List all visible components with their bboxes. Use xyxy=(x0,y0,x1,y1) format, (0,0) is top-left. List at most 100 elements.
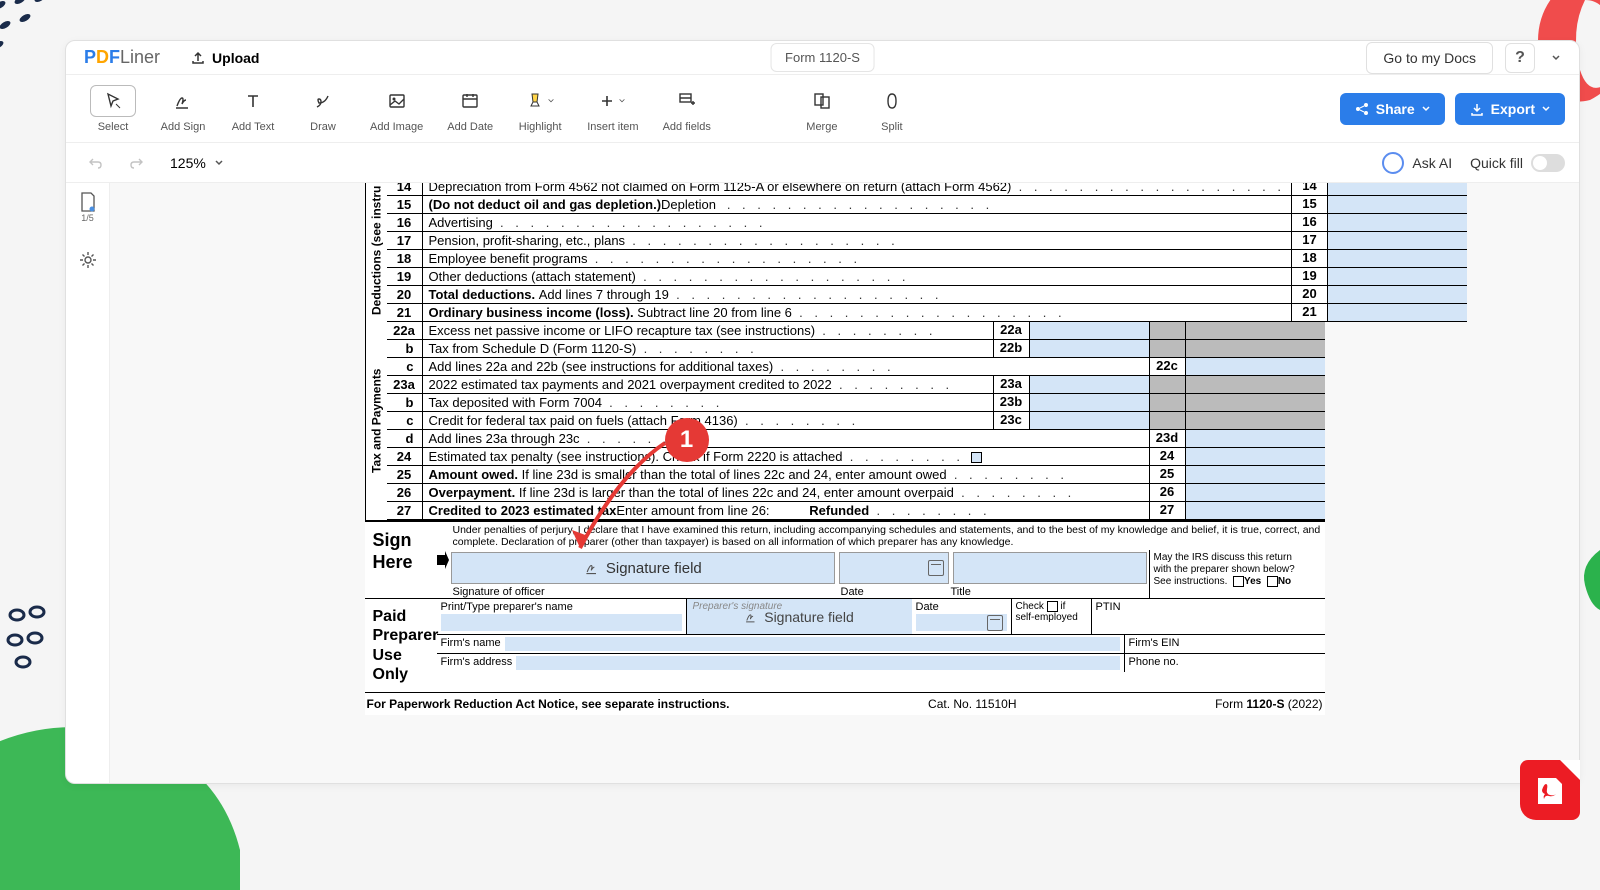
amount-field[interactable] xyxy=(1185,430,1325,447)
line-number: 18 xyxy=(387,250,423,267)
line-text: Employee benefit programs . . . . . . . … xyxy=(423,250,1292,267)
toggle-switch[interactable] xyxy=(1531,154,1565,172)
settings-button[interactable] xyxy=(75,247,101,273)
prep-date-field[interactable] xyxy=(916,614,1007,631)
line-ref: 19 xyxy=(1291,268,1327,285)
amount-field[interactable] xyxy=(1327,232,1467,249)
amount-field[interactable] xyxy=(1327,286,1467,303)
select-tool[interactable]: Select xyxy=(80,85,146,133)
line-ref: 20 xyxy=(1291,286,1327,303)
cursor-icon xyxy=(103,91,123,111)
line-text: Depreciation from Form 4562 not claimed … xyxy=(423,183,1292,195)
share-button[interactable]: Share xyxy=(1340,93,1445,125)
prep-date-label: Date xyxy=(916,601,1007,613)
chevron-down-icon xyxy=(1541,104,1551,114)
print-name-field[interactable] xyxy=(441,614,682,631)
sign-date-field[interactable] xyxy=(839,552,949,584)
redo-button[interactable] xyxy=(120,149,152,177)
form-footer: For Paperwork Reduction Act Notice, see … xyxy=(365,693,1325,715)
amount-field[interactable] xyxy=(1327,214,1467,231)
fields-icon xyxy=(677,91,697,111)
amount-field[interactable] xyxy=(1327,183,1467,195)
line-number: 25 xyxy=(387,466,423,483)
highlight-tool[interactable]: Highlight xyxy=(507,85,573,133)
undo-button[interactable] xyxy=(80,149,112,177)
line-text: Tax deposited with Form 7004 . . . . . .… xyxy=(423,394,993,411)
chevron-down-icon[interactable] xyxy=(1551,53,1561,63)
amount-field[interactable] xyxy=(1185,448,1325,465)
firm-addr-field[interactable] xyxy=(516,656,1119,670)
annotation-badge-1: 1 xyxy=(665,418,709,462)
add-text-tool[interactable]: Add Text xyxy=(220,85,286,133)
zoom-selector[interactable]: 125% xyxy=(160,151,234,175)
help-button[interactable]: ? xyxy=(1505,43,1535,73)
line-ref: 17 xyxy=(1291,232,1327,249)
amount-field[interactable] xyxy=(1185,466,1325,483)
line-number: b xyxy=(387,340,423,357)
paid-preparer-label: PaidPreparerUse Only xyxy=(365,599,437,692)
subtoolbar: 125% Ask AI Quick fill xyxy=(66,143,1579,183)
amount-field[interactable] xyxy=(1185,502,1325,519)
logo[interactable]: PDFLiner xyxy=(84,47,160,68)
footer-cat: Cat. No. 11510H xyxy=(928,697,1017,711)
self-employed-checkbox[interactable] xyxy=(1047,601,1058,612)
line-text: 2022 estimated tax payments and 2021 ove… xyxy=(423,376,993,393)
merge-tool[interactable]: Merge xyxy=(789,85,855,133)
no-checkbox[interactable] xyxy=(1267,576,1278,587)
line-number: 20 xyxy=(387,286,423,303)
ptin-label: PTIN xyxy=(1092,599,1325,634)
split-tool[interactable]: Split xyxy=(859,85,925,133)
line-number: 15 xyxy=(387,196,423,213)
irs-discuss-box: May the IRS discuss this return with the… xyxy=(1149,550,1325,598)
add-date-tool[interactable]: Add Date xyxy=(437,85,503,133)
preparer-signature-field[interactable]: Preparer's signature Signature field xyxy=(687,599,912,634)
document-title[interactable]: Form 1120-S xyxy=(770,43,875,72)
page-thumbnails-button[interactable]: 1/5 xyxy=(75,191,101,223)
merge-icon xyxy=(812,91,832,111)
add-fields-tool[interactable]: Add fields xyxy=(653,85,721,133)
date-label: Date xyxy=(841,586,951,598)
quickfill-toggle[interactable]: Quick fill xyxy=(1470,154,1565,172)
go-to-docs-button[interactable]: Go to my Docs xyxy=(1366,42,1493,74)
insert-item-tool[interactable]: Insert item xyxy=(577,85,648,133)
amount-field[interactable] xyxy=(1327,268,1467,285)
line-ref: 24 xyxy=(1149,448,1185,465)
yes-checkbox[interactable] xyxy=(1233,576,1244,587)
draw-tool[interactable]: Draw xyxy=(290,85,356,133)
amount-field[interactable] xyxy=(1029,394,1149,411)
firm-name-field[interactable] xyxy=(505,637,1120,651)
draw-icon xyxy=(313,91,333,111)
page-count: 1/5 xyxy=(81,213,94,223)
form-2220-checkbox[interactable] xyxy=(971,452,982,463)
upload-button[interactable]: Upload xyxy=(190,50,259,66)
amount-field[interactable] xyxy=(1185,484,1325,501)
calendar-icon xyxy=(987,615,1003,631)
gear-icon xyxy=(78,250,98,270)
line-text: Tax from Schedule D (Form 1120-S) . . . … xyxy=(423,340,993,357)
topbar: PDFLiner Upload Form 1120-S Go to my Doc… xyxy=(66,41,1579,75)
add-image-tool[interactable]: Add Image xyxy=(360,85,433,133)
line-text: Amount owed. If line 23d is smaller than… xyxy=(423,466,1149,483)
export-button[interactable]: Export xyxy=(1455,93,1565,125)
print-name-label: Print/Type preparer's name xyxy=(441,601,682,613)
document-canvas[interactable]: Deductions (see instru 14 Depreciation f… xyxy=(110,183,1579,783)
app-window: PDFLiner Upload Form 1120-S Go to my Doc… xyxy=(65,40,1580,784)
amount-field[interactable] xyxy=(1029,412,1149,429)
line-number: 26 xyxy=(387,484,423,501)
section-deductions-label: Deductions (see instru xyxy=(365,183,387,322)
ask-ai-button[interactable]: Ask AI xyxy=(1382,152,1452,174)
amount-field[interactable] xyxy=(1327,304,1467,321)
amount-field[interactable] xyxy=(1029,376,1149,393)
add-sign-tool[interactable]: Add Sign xyxy=(150,85,216,133)
amount-field[interactable] xyxy=(1185,358,1325,375)
line-ref: 21 xyxy=(1291,304,1327,321)
firm-addr-label: Firm's address xyxy=(441,656,513,670)
line-text: Estimated tax penalty (see instructions)… xyxy=(423,448,1149,465)
amount-field[interactable] xyxy=(1327,196,1467,213)
line-text: Ordinary business income (loss). Subtrac… xyxy=(423,304,1292,321)
amount-field[interactable] xyxy=(1327,250,1467,267)
title-field[interactable] xyxy=(953,552,1146,584)
amount-field[interactable] xyxy=(1029,322,1149,339)
amount-field[interactable] xyxy=(1029,340,1149,357)
line-ref: 16 xyxy=(1291,214,1327,231)
